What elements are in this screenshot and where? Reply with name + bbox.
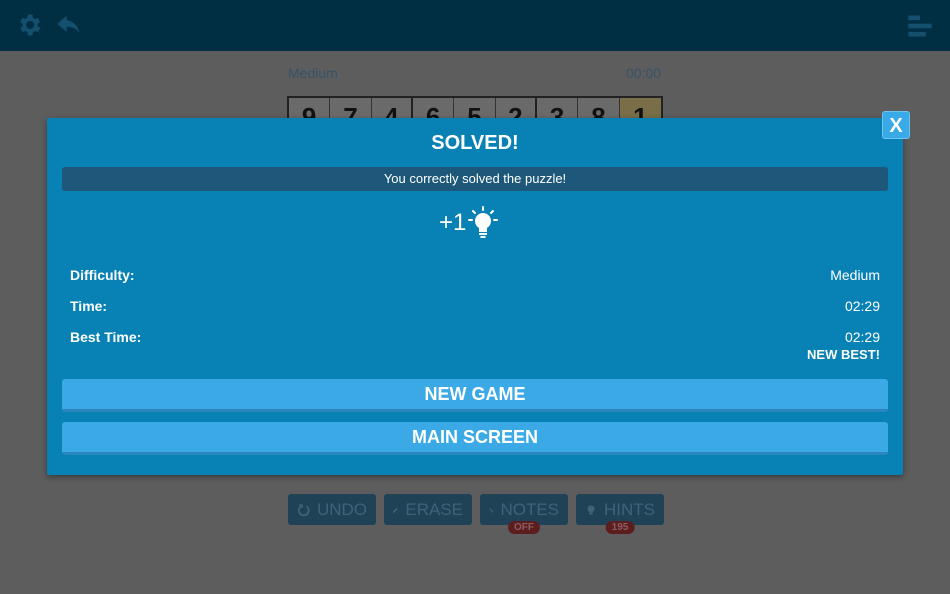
hints-label: HINTS xyxy=(604,499,655,519)
hint-reward: +1 xyxy=(439,206,499,240)
new-best-badge: NEW BEST! xyxy=(807,347,880,362)
solved-dialog: SOLVED! You correctly solved the puzzle!… xyxy=(47,118,903,475)
undo-label: UNDO xyxy=(316,499,367,519)
dialog-title: SOLVED! xyxy=(431,132,519,154)
gear-icon[interactable] xyxy=(15,11,43,39)
timer: 00:00 xyxy=(626,65,662,81)
dialog-message: You correctly solved the puzzle! xyxy=(62,167,888,191)
hints-count-badge: 195 xyxy=(605,521,635,534)
undo-icon xyxy=(297,503,310,516)
close-button[interactable]: X xyxy=(882,111,910,139)
erase-label: ERASE xyxy=(405,499,463,519)
pencil-icon xyxy=(489,507,494,513)
best-time-row-label: Best Time: xyxy=(70,329,142,345)
main-screen-button[interactable]: MAIN SCREEN xyxy=(62,422,888,455)
new-game-button[interactable]: NEW GAME xyxy=(62,379,888,412)
difficulty-label: Medium xyxy=(288,65,338,81)
lightbulb-icon xyxy=(468,206,499,238)
reward-value: +1 xyxy=(439,209,467,236)
difficulty-row-label: Difficulty: xyxy=(70,267,135,283)
menu-icon[interactable] xyxy=(906,12,934,40)
time-row-label: Time: xyxy=(70,298,108,314)
time-row-value: 02:29 xyxy=(844,298,880,314)
top-bar xyxy=(0,0,950,51)
notes-label: NOTES xyxy=(500,499,559,519)
notes-status-badge: OFF xyxy=(508,521,540,534)
lightbulb-icon xyxy=(587,504,595,515)
back-arrow-icon[interactable] xyxy=(55,11,83,39)
difficulty-row-value: Medium xyxy=(830,267,880,283)
best-time-row-value: 02:29 xyxy=(844,329,880,345)
notes-button[interactable]: NOTES OFF xyxy=(480,494,568,534)
erase-button[interactable]: ERASE xyxy=(384,494,472,525)
eraser-icon xyxy=(392,507,399,513)
action-bar: UNDO ERASE NOTES OFF HINTS 195 xyxy=(288,494,664,534)
undo-button[interactable]: UNDO xyxy=(288,494,376,525)
hints-button[interactable]: HINTS 195 xyxy=(576,494,664,534)
